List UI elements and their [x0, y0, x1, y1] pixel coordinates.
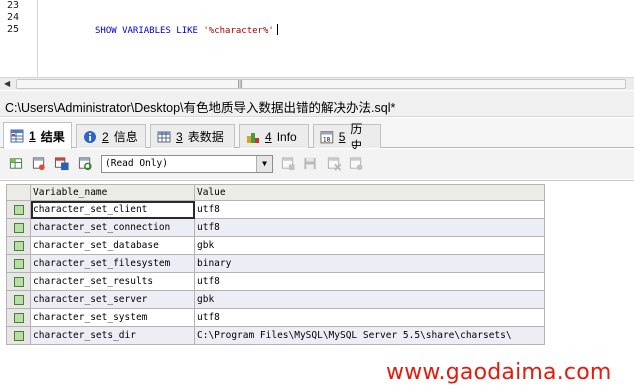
file-path-bar: C:\Users\Administrator\Desktop\有色地质导入数据出…	[0, 91, 634, 117]
tab-label: 信息	[113, 130, 138, 144]
tab-objects-info[interactable]: 4 Info	[239, 124, 309, 148]
cancel-changes-icon[interactable]	[348, 156, 364, 171]
refresh-results-icon[interactable]	[77, 156, 93, 171]
cell-value[interactable]: utf8	[194, 308, 545, 327]
tab-info[interactable]: 2 信息	[76, 124, 146, 148]
grid-result-icon	[10, 129, 24, 143]
tab-label: 表数据	[187, 130, 224, 144]
row-selector[interactable]	[6, 218, 31, 237]
export-icon[interactable]	[8, 156, 24, 171]
line-number: 24	[7, 12, 20, 23]
watermark-text: www.gaodaima.com	[386, 360, 612, 385]
table-row[interactable]: character_sets_dir C:\Program Files\MySQ…	[6, 326, 545, 345]
row-selector[interactable]	[6, 236, 31, 255]
row-selector[interactable]	[6, 290, 31, 309]
save-results-icon[interactable]	[54, 156, 70, 171]
column-header-variable-name[interactable]: Variable_name	[30, 184, 195, 201]
cell-value[interactable]: utf8	[194, 272, 545, 291]
tab-number: 5	[338, 129, 346, 144]
row-selector[interactable]	[6, 308, 31, 327]
table-data-icon	[157, 131, 171, 142]
table-row[interactable]: character_set_results utf8	[6, 272, 545, 291]
scroll-grip-icon: |||	[237, 79, 243, 88]
text-caret	[276, 24, 278, 35]
code-line[interactable]: SHOW VARIABLES LIKE '%character%'	[95, 24, 278, 36]
sql-string-literal: '%character%'	[203, 26, 274, 36]
tab-result[interactable]: 1 结果	[3, 122, 72, 149]
cell-variable-name[interactable]: character_set_database	[30, 236, 195, 255]
objects-info-icon	[247, 132, 259, 143]
tab-number: 1	[29, 129, 36, 143]
row-selector-header[interactable]	[6, 184, 31, 201]
file-path-text: C:\Users\Administrator\Desktop\有色地质导入数据出…	[5, 101, 396, 115]
cell-variable-name[interactable]: character_set_system	[30, 308, 195, 327]
cell-variable-name[interactable]: character_set_filesystem	[30, 254, 195, 273]
table-row[interactable]: character_set_database gbk	[6, 236, 545, 255]
editor-horizontal-scrollbar[interactable]: ◀ |||	[0, 77, 634, 90]
table-row[interactable]: character_set_filesystem binary	[6, 254, 545, 273]
row-checkbox-icon[interactable]	[13, 312, 24, 323]
line-number: 23	[7, 0, 20, 11]
row-selector[interactable]	[6, 272, 31, 291]
cell-variable-name[interactable]: character_set_results	[30, 272, 195, 291]
cell-variable-name[interactable]: character_sets_dir	[30, 326, 195, 345]
row-checkbox-icon[interactable]	[13, 204, 24, 215]
row-checkbox-icon[interactable]	[13, 330, 24, 341]
result-table: Variable_name Value character_set_client…	[6, 184, 545, 345]
sql-keywords: SHOW VARIABLES LIKE	[95, 26, 198, 36]
tab-history[interactable]: 18 5 历史	[313, 122, 381, 153]
cell-value[interactable]: binary	[194, 254, 545, 273]
tab-label: 结果	[40, 129, 65, 144]
cell-variable-name[interactable]: character_set_server	[30, 290, 195, 309]
result-tabs: 1 结果 2 信息 3 表数据 4 Info 18 5 历史	[0, 118, 634, 153]
result-toolbar	[0, 149, 634, 179]
row-checkbox-icon[interactable]	[13, 240, 24, 251]
row-selector[interactable]	[6, 326, 31, 345]
scroll-left-arrow-icon[interactable]: ◀	[4, 79, 10, 88]
tab-number: 3	[176, 129, 183, 144]
delete-row-icon[interactable]	[326, 156, 342, 171]
column-header-value[interactable]: Value	[194, 184, 545, 201]
line-number: 25	[7, 24, 20, 35]
result-grid: Variable_name Value character_set_client…	[0, 180, 634, 390]
row-checkbox-icon[interactable]	[13, 222, 24, 233]
tab-table-data[interactable]: 3 表数据	[150, 124, 235, 148]
tab-label: Info	[276, 129, 297, 144]
select-value: (Read Only)	[105, 158, 168, 169]
read-only-mode-select[interactable]: (Read Only) ▼	[101, 155, 273, 173]
scrollbar-thumb[interactable]: |||	[16, 79, 626, 89]
row-selector[interactable]	[6, 200, 31, 219]
insert-row-icon[interactable]	[280, 156, 296, 171]
row-selector[interactable]	[6, 254, 31, 273]
chevron-down-icon[interactable]: ▼	[256, 156, 272, 172]
cell-variable-name[interactable]: character_set_client	[30, 200, 195, 219]
table-row[interactable]: character_set_server gbk	[6, 290, 545, 309]
info-icon	[84, 130, 96, 143]
cell-value[interactable]: gbk	[194, 236, 545, 255]
cell-variable-name[interactable]: character_set_connection	[30, 218, 195, 237]
tab-number: 4	[265, 129, 272, 144]
table-row[interactable]: character_set_system utf8	[6, 308, 545, 327]
copy-rows-icon[interactable]	[31, 156, 47, 171]
table-row[interactable]: character_set_connection utf8	[6, 218, 545, 237]
cell-value[interactable]: utf8	[194, 218, 545, 237]
line-number-gutter: 23 24 25	[0, 0, 38, 77]
row-checkbox-icon[interactable]	[13, 276, 24, 287]
history-icon: 18	[320, 130, 334, 143]
sql-editor[interactable]: 23 24 25 SHOW VARIABLES LIKE '%character…	[0, 0, 634, 77]
cell-value[interactable]: C:\Program Files\MySQL\MySQL Server 5.5\…	[194, 326, 545, 345]
tab-number: 2	[102, 129, 109, 144]
row-checkbox-icon[interactable]	[13, 294, 24, 305]
table-row[interactable]: character_set_client utf8	[6, 200, 545, 219]
cell-value[interactable]: gbk	[194, 290, 545, 309]
svg-text:18: 18	[323, 137, 331, 143]
cell-value[interactable]: utf8	[194, 200, 545, 219]
table-header-row: Variable_name Value	[6, 184, 545, 201]
row-checkbox-icon[interactable]	[13, 258, 24, 269]
save-changes-icon[interactable]	[302, 156, 318, 171]
